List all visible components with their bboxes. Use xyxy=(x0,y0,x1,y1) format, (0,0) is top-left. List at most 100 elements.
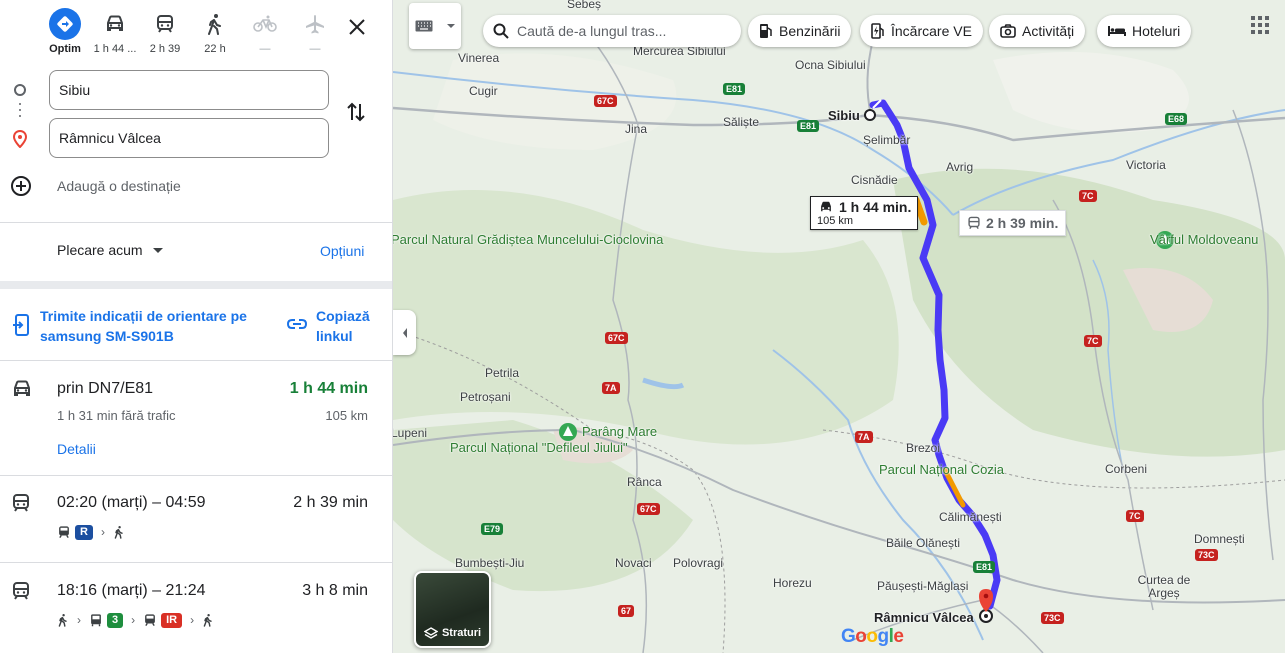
departure-label: Plecare acum xyxy=(57,242,143,258)
mode-label: — xyxy=(309,43,321,55)
divider xyxy=(0,562,392,563)
place-label: Domnești xyxy=(1194,532,1245,546)
road-shield: 67C xyxy=(605,332,628,344)
link-icon xyxy=(287,319,307,329)
map-terrain xyxy=(393,39,1285,653)
ev-charging-icon xyxy=(871,23,884,39)
mode-label: 1 h 44 ... xyxy=(93,43,137,55)
google-apps-button[interactable] xyxy=(1251,16,1269,39)
route-steps: R › xyxy=(57,523,125,541)
chip-hotels[interactable]: Hoteluri xyxy=(1097,15,1192,47)
chevron-left-icon xyxy=(402,327,407,338)
road-shield: E79 xyxy=(481,523,504,535)
mode-flight[interactable]: — xyxy=(290,8,340,60)
route-time-range: 18:16 (marți) – 21:24 xyxy=(57,582,206,599)
car-icon xyxy=(14,380,30,396)
road-shield: E81 xyxy=(723,83,746,95)
route-details-link[interactable]: Detalii xyxy=(57,441,96,457)
place-label: Călimănești xyxy=(939,510,1002,524)
walk-icon xyxy=(199,8,231,40)
park-label: Parcul Natural Grădiștea Muncelului-Cioc… xyxy=(393,232,663,247)
place-label: Lupeni xyxy=(393,426,428,440)
callout-time: 2 h 39 min. xyxy=(986,215,1059,231)
apps-grid-icon xyxy=(1251,16,1269,34)
copy-link-button[interactable]: Copiază linkul xyxy=(287,306,381,346)
options-button[interactable]: Opțiuni xyxy=(320,243,364,259)
caret-down-icon xyxy=(152,247,163,253)
chip-gas-stations[interactable]: Benzinării xyxy=(748,15,852,47)
chip-label: Benzinării xyxy=(779,23,841,39)
input-tools-button[interactable] xyxy=(409,3,461,49)
place-label: Bumbești-Jiu xyxy=(455,556,525,570)
place-label: Cisnădie xyxy=(851,173,898,187)
collapse-panel-button[interactable] xyxy=(393,310,416,355)
place-label: Petroșani xyxy=(460,390,511,404)
line-badge: 3 xyxy=(107,612,124,628)
layers-button[interactable]: Straturi xyxy=(414,571,491,648)
mode-best[interactable]: Optim xyxy=(40,8,90,60)
add-destination-button[interactable]: Adaugă o destinație xyxy=(10,175,181,197)
divider xyxy=(0,475,392,476)
car-icon xyxy=(99,8,131,40)
departure-dropdown[interactable]: Plecare acum xyxy=(57,242,163,258)
chip-label: Încărcare VE xyxy=(891,23,972,39)
place-label: Băile Olănești xyxy=(886,536,961,550)
park-label: Parcul Național Cozia xyxy=(879,462,1005,477)
mode-car[interactable]: 1 h 44 ... xyxy=(90,8,140,60)
line-badge: R xyxy=(75,524,93,540)
car-icon xyxy=(821,201,831,212)
search-icon xyxy=(493,23,509,39)
map-canvas[interactable]: Sebeș Vinerea Mercurea Sibiului Sibiu Oc… xyxy=(393,0,1285,653)
mode-label: — xyxy=(259,43,271,55)
search-along-route[interactable]: Caută de-a lungul tras... xyxy=(483,15,741,47)
swap-button[interactable] xyxy=(345,100,367,129)
origin-input[interactable] xyxy=(49,70,329,110)
swap-icon xyxy=(347,102,365,122)
bed-icon xyxy=(1108,26,1126,36)
chevron-right-icon: › xyxy=(77,613,81,627)
send-to-phone-button[interactable]: Trimite indicații de orientare pe samsun… xyxy=(12,306,255,346)
place-label: Șelimbăr xyxy=(863,133,911,147)
add-circle-icon xyxy=(11,176,31,196)
bus-icon xyxy=(91,614,101,627)
divider xyxy=(0,360,392,361)
mode-walk[interactable]: 22 h xyxy=(190,8,240,60)
walk-icon xyxy=(203,614,212,627)
place-label: Petrila xyxy=(485,366,520,380)
train-icon xyxy=(13,582,29,600)
route-via: prin DN7/E81 xyxy=(57,380,154,397)
place-label: Vinerea xyxy=(458,51,500,65)
route-duration: 3 h 8 min xyxy=(302,582,368,599)
route-no-traffic: 1 h 31 min fără trafic xyxy=(57,408,176,423)
destination-input[interactable] xyxy=(49,118,329,158)
waypoint-connector xyxy=(19,103,21,121)
route-callout-transit[interactable]: 2 h 39 min. xyxy=(959,210,1067,236)
chevron-right-icon: › xyxy=(100,525,105,539)
route-diamond-icon xyxy=(49,8,81,40)
travel-mode-tabs: Optim 1 h 44 ... 2 h 39 22 h — — xyxy=(40,8,340,60)
google-logo: Google xyxy=(841,626,904,647)
train-icon xyxy=(968,216,980,229)
close-directions-button[interactable] xyxy=(342,12,372,42)
train-icon xyxy=(145,614,156,626)
bike-icon xyxy=(249,8,281,40)
mode-label: Optim xyxy=(49,43,81,55)
mode-label: 2 h 39 xyxy=(149,43,181,55)
mode-transit[interactable]: 2 h 39 xyxy=(140,8,190,60)
place-label: Novaci xyxy=(615,556,652,570)
line-badge: IR xyxy=(161,612,183,628)
directions-panel: Optim 1 h 44 ... 2 h 39 22 h — — Sibiu R… xyxy=(0,0,393,653)
gas-station-icon xyxy=(760,24,772,38)
place-label-ramnicu-valcea: Râmnicu Vâlcea xyxy=(874,610,974,625)
search-placeholder: Caută de-a lungul tras... xyxy=(517,23,667,39)
mode-bike[interactable]: — xyxy=(240,8,290,60)
place-label-sibiu: Sibiu xyxy=(828,108,860,123)
chip-activities[interactable]: Activități xyxy=(989,15,1086,47)
place-label: Horezu xyxy=(773,576,812,590)
caret-down-icon xyxy=(447,24,455,28)
road-shield: 67C xyxy=(594,95,617,107)
road-shield: 73C xyxy=(1041,612,1064,624)
route-callout-car[interactable]: 1 h 44 min. 105 km xyxy=(810,196,919,230)
chip-ev-charging[interactable]: Încărcare VE xyxy=(860,15,983,47)
road-shield: 67 xyxy=(618,605,635,617)
